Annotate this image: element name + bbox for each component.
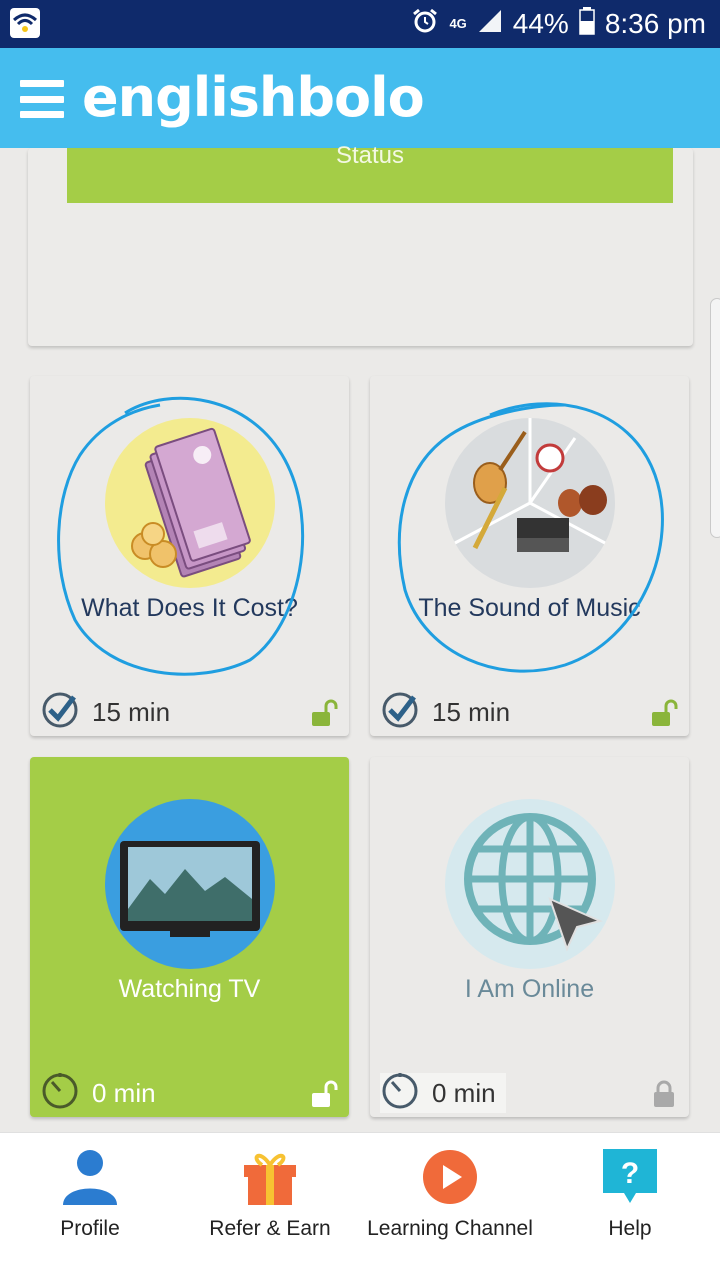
nav-label: Help [608,1217,652,1240]
menu-icon[interactable] [20,80,64,118]
lesson-title: What Does It Cost? [81,594,298,622]
svg-text:?: ? [621,1157,639,1190]
app-logo: englishbolo [82,66,425,129]
lesson-title: The Sound of Music [418,594,641,622]
unlock-icon [649,698,679,728]
globe-icon [445,799,615,969]
nav-label: Learning Channel [367,1217,533,1240]
lesson-card-sound-of-music[interactable]: The Sound of Music 15 min [370,376,689,736]
app-bar: englishbolo [0,48,720,148]
signal-icon [477,8,503,41]
timer-icon [40,1070,80,1117]
unlock-icon [309,698,339,728]
lesson-card-what-does-it-cost[interactable]: What Does It Cost? 15 min [30,376,349,736]
unlock-icon [309,1079,339,1109]
alarm-icon [411,7,439,42]
lesson-duration: 0 min [380,1072,506,1113]
gift-icon [240,1147,300,1207]
nav-learning-channel[interactable]: Learning Channel [360,1133,540,1280]
check-timer-icon [40,689,80,736]
status-card: Status [28,142,693,346]
profile-icon [60,1147,120,1207]
lesson-card-i-am-online[interactable]: I Am Online 0 min [370,757,689,1117]
duration-label: 0 min [432,1077,496,1108]
lesson-duration: 0 min [40,1072,166,1113]
help-icon: ? [600,1147,660,1207]
battery-percent: 44% [512,8,569,39]
status-bar: 4G 44% 8:36 pm [0,0,720,48]
lesson-title: I Am Online [464,975,595,1003]
nav-profile[interactable]: Profile [0,1133,180,1280]
nav-help[interactable]: ? Help [540,1133,720,1280]
music-instruments-icon [445,418,615,588]
bottom-navigation: Profile Refer & Earn Learning Channel ? … [0,1132,720,1280]
wifi-icon [10,8,40,38]
status-button[interactable]: Status [67,142,673,203]
nav-refer-earn[interactable]: Refer & Earn [180,1133,360,1280]
lesson-card-watching-tv[interactable]: Watching TV 0 min [30,757,349,1117]
network-type: 4G [449,16,467,31]
play-icon [420,1147,480,1207]
lesson-duration: 15 min [380,692,520,732]
clock: 8:36 pm [604,8,706,39]
battery-icon [579,6,595,42]
scroll-handle[interactable] [710,298,720,538]
duration-label: 0 min [92,1077,156,1108]
tv-icon [105,799,275,969]
duration-label: 15 min [432,696,511,727]
lesson-duration: 15 min [40,692,180,732]
timer-icon [380,1070,420,1117]
check-timer-icon [380,689,420,736]
money-icon [105,418,275,588]
nav-label: Profile [60,1217,120,1240]
duration-label: 15 min [92,696,171,727]
lock-icon [649,1079,679,1109]
nav-label: Refer & Earn [209,1217,331,1240]
lesson-title: Watching TV [118,975,261,1003]
status-button-label: Status [335,142,405,169]
